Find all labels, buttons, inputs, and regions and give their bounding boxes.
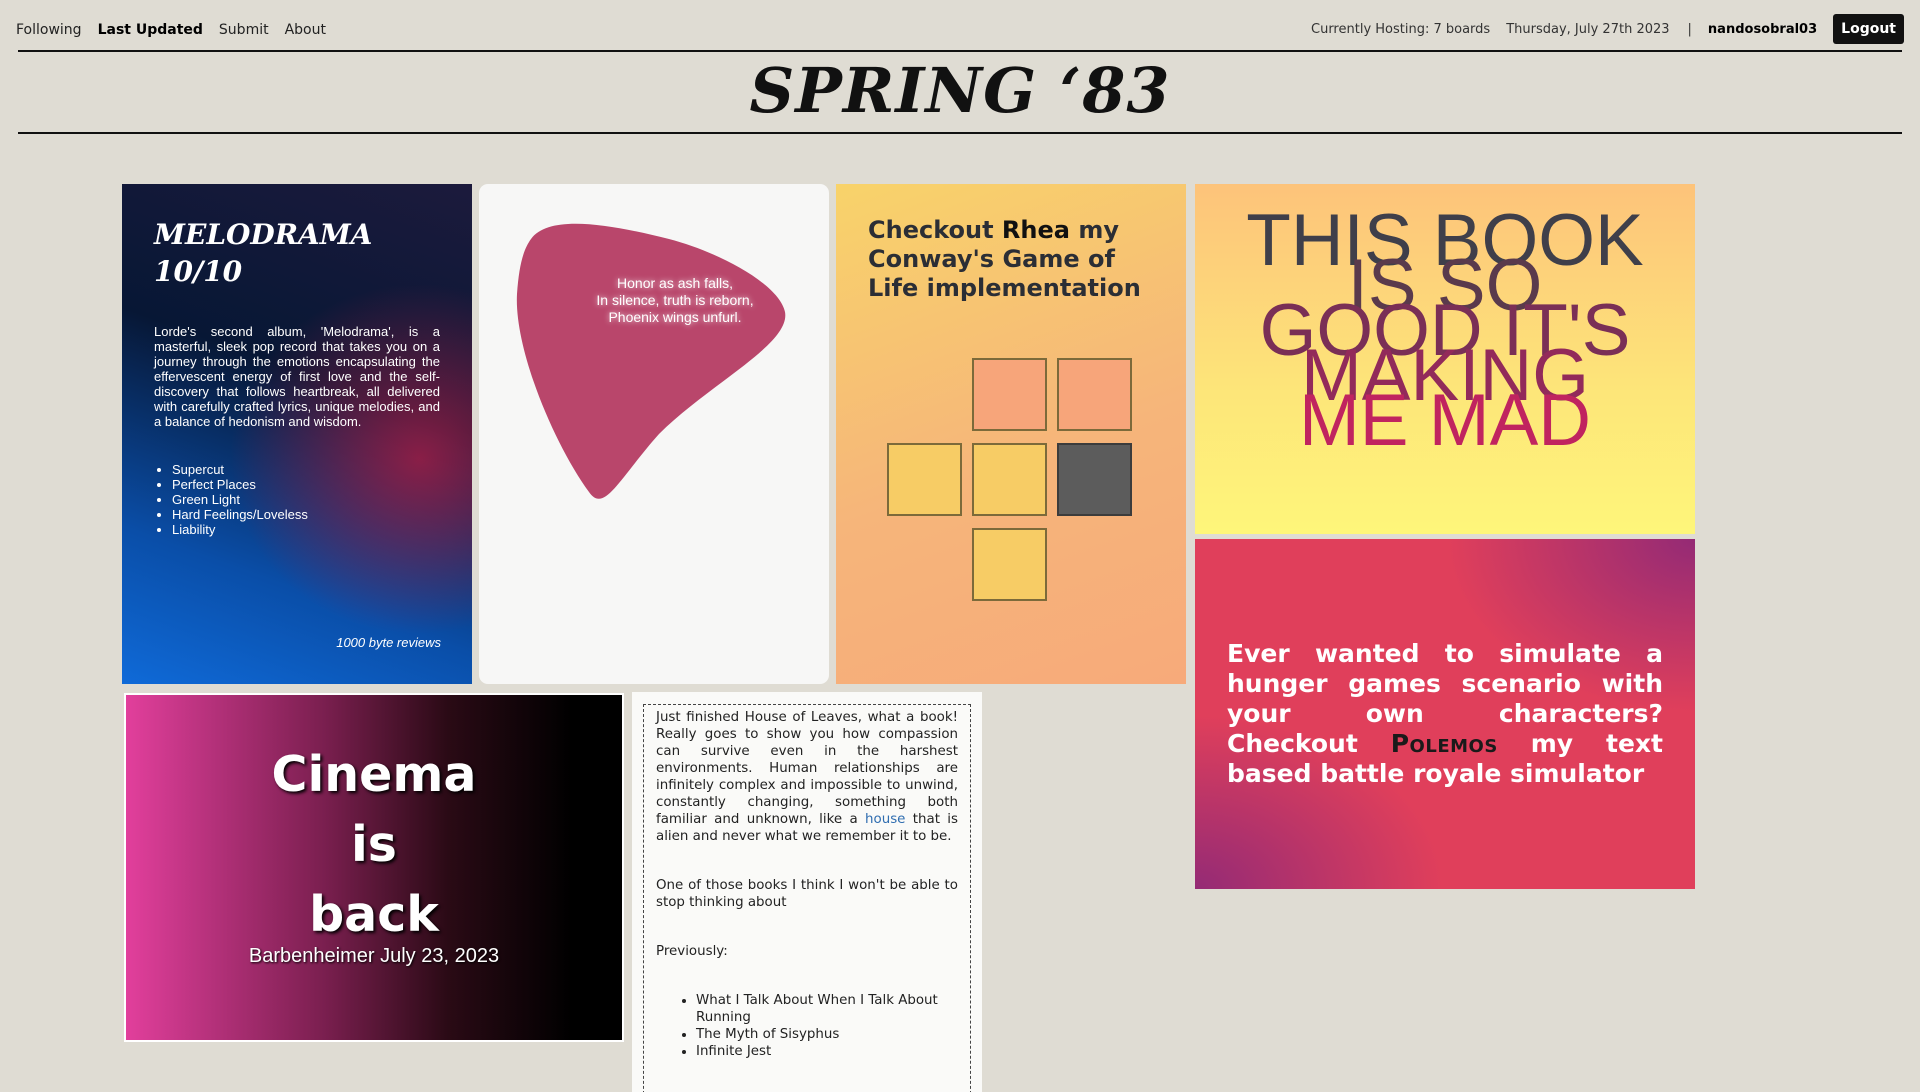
board-book: THIS BOOK IS SO GOOD IT'S MAKING ME MAD: [1195, 184, 1695, 534]
haiku-text: Honor as ash falls, In silence, truth is…: [479, 275, 829, 326]
conway-cell: [1057, 443, 1132, 516]
cinema-line: is: [351, 816, 397, 873]
top-nav: Following Last Updated Submit About Curr…: [0, 0, 1920, 50]
cinema-headline: Cinema is back: [126, 740, 622, 950]
nav-following[interactable]: Following: [16, 22, 82, 38]
board-haiku: Honor as ash falls, In silence, truth is…: [479, 184, 829, 684]
board-house-of-leaves: Just finished House of Leaves, what a bo…: [632, 692, 982, 1092]
board-conway: Checkout Rhea my Conway's Game of Life i…: [836, 184, 1186, 684]
melodrama-tracklist: Supercut Perfect Places Green Light Hard…: [154, 462, 440, 537]
previous-book-item: The Myth of Sisyphus: [696, 1026, 958, 1043]
current-date: Thursday, July 27th 2023: [1506, 21, 1670, 37]
nav-submit[interactable]: Submit: [219, 22, 269, 38]
header-divider-top: [18, 50, 1902, 52]
board-polemos: Ever wanted to simulate a hunger games s…: [1195, 539, 1695, 889]
nav-last-updated[interactable]: Last Updated: [98, 22, 203, 38]
conway-project-name[interactable]: Rhea: [1002, 216, 1070, 244]
board-cinema: Cinema is back Barbenheimer July 23, 202…: [124, 693, 624, 1042]
melodrama-review: Lorde's second album, 'Melodrama', is a …: [154, 324, 440, 429]
nav-about[interactable]: About: [285, 22, 326, 38]
track-item: Green Light: [172, 492, 440, 507]
header-divider-bottom: [18, 132, 1902, 134]
track-item: Supercut: [172, 462, 440, 477]
haiku-line: In silence, truth is reborn,: [596, 292, 754, 308]
nav-separator: |: [1687, 21, 1692, 37]
melodrama-rating: 10/10: [154, 255, 243, 288]
conway-title-pre: Checkout: [868, 216, 1002, 244]
board-melodrama: MELODRAMA 10/10 Lorde's second album, 'M…: [122, 184, 472, 684]
conway-title: Checkout Rhea my Conway's Game of Life i…: [868, 216, 1168, 303]
haiku-blob: [516, 223, 786, 499]
conway-cell: [972, 358, 1047, 431]
conway-cell: [887, 443, 962, 516]
username[interactable]: nandosobral03: [1708, 22, 1817, 37]
book-line: ME MAD: [1299, 380, 1591, 461]
track-item: Liability: [172, 522, 440, 537]
previous-books-list: What I Talk About When I Talk About Runn…: [656, 992, 958, 1060]
previously-label: Previously:: [656, 944, 728, 959]
polemos-brand[interactable]: Polemos: [1391, 729, 1498, 758]
track-item: Hard Feelings/Loveless: [172, 507, 440, 522]
conway-cell: [1057, 358, 1132, 431]
site-title: SPRING ‘83: [749, 54, 1171, 127]
leaves-content: Just finished House of Leaves, what a bo…: [643, 704, 971, 1092]
nav-links: Following Last Updated Submit About: [16, 22, 326, 38]
leaves-text: Just finished House of Leaves, what a bo…: [656, 710, 958, 827]
polemos-text: Ever wanted to simulate a hunger games s…: [1227, 639, 1663, 789]
melodrama-title: MELODRAMA 10/10: [154, 216, 440, 290]
conway-cell: [972, 528, 1047, 601]
haiku-line: Phoenix wings unfurl.: [608, 309, 742, 325]
previous-book-item: What I Talk About When I Talk About Runn…: [696, 992, 958, 1026]
logout-button[interactable]: Logout: [1833, 14, 1904, 44]
haiku-line: Honor as ash falls,: [617, 275, 733, 291]
previous-book-item: Infinite Jest: [696, 1043, 958, 1060]
leaves-paragraph: Just finished House of Leaves, what a bo…: [656, 709, 958, 845]
track-item: Perfect Places: [172, 477, 440, 492]
hosting-count: Currently Hosting: 7 boards: [1311, 21, 1491, 37]
conway-cell: [972, 443, 1047, 516]
cinema-line: Cinema: [271, 746, 477, 803]
cinema-date: Barbenheimer July 23, 2023: [248, 945, 500, 967]
cinema-line: back: [309, 886, 439, 943]
nav-status: Currently Hosting: 7 boards Thursday, Ju…: [1295, 14, 1904, 44]
leaves-paragraph: One of those books I think I won't be ab…: [656, 878, 958, 910]
melodrama-credit: 1000 byte reviews: [336, 635, 441, 650]
house-link[interactable]: house: [865, 812, 905, 827]
melodrama-title-line1: MELODRAMA: [154, 218, 373, 251]
